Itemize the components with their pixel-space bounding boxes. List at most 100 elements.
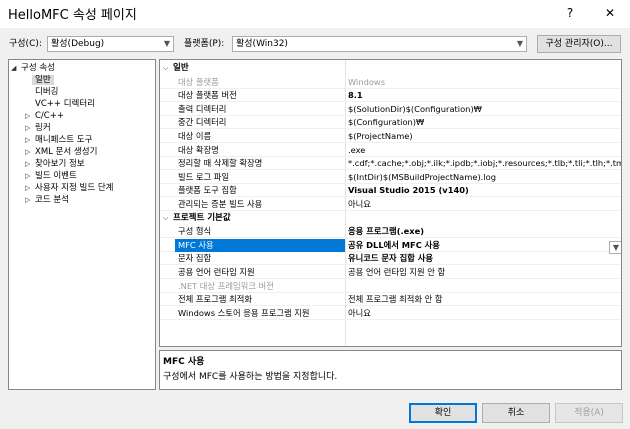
platform-select[interactable]: 활성(Win32) ▼ [232,36,527,52]
collapsed-triangle-icon: ▷ [25,148,31,156]
grid-row[interactable]: 대상 플랫폼 Windows [160,76,621,89]
chevron-down-icon: ▼ [612,243,619,252]
grid-row-value: $(Configuration)₩ [348,117,425,128]
config-manager-button[interactable]: 구성 관리자(O)... [537,35,621,53]
config-select[interactable]: 활성(Debug) ▼ [47,36,174,52]
grid-row-name: 대상 플랫폼 [178,76,219,87]
help-button[interactable]: ? [550,0,590,28]
grid-row[interactable]: 플랫폼 도구 집합 Visual Studio 2015 (v140) [160,184,621,198]
grid-row-value[interactable]: 공유 DLL에서 MFC 사용 [348,239,621,252]
tree-item-label: 찾아보기 정보 [35,159,85,169]
tree-item[interactable]: 일반 [32,74,54,86]
grid-row-value: 전체 프로그램 최적화 안 함 [348,294,443,305]
ok-button[interactable]: 확인 [409,403,477,423]
tree-item[interactable]: ▷ XML 문서 생성기 [25,146,97,158]
grid-row-value: $(IntDir)$(MSBuildProjectName).log [348,171,496,182]
description-text: 구성에서 MFC를 사용하는 방법을 지정합니다. [163,372,338,382]
grid-row-name: Windows 스토어 응용 프로그램 지원 [178,307,310,318]
grid-row-name: 정리할 때 삭제할 확장명 [178,158,263,169]
tree-item-label: 매니페스트 도구 [35,135,93,145]
tree-item-label: 링커 [35,123,51,133]
grid-row-name: 출력 디렉터리 [178,103,227,114]
collapse-chevron-icon[interactable]: ⌵ [163,62,173,75]
tree-item-label: 빌드 이벤트 [35,171,77,181]
grid-row-name: 대상 이름 [178,131,212,141]
grid-category-title: 일반 [173,63,189,73]
window-title: HelloMFC 속성 페이지 [8,8,137,23]
grid-row-value: 유니코드 문자 집합 사용 [348,253,433,264]
description-title: MFC 사용 [163,357,205,367]
collapse-chevron-icon[interactable]: ⌵ [163,212,173,225]
grid-category[interactable]: ⌵ 일반 [160,62,621,75]
grid-category-title: 프로젝트 기본값 [173,212,231,223]
collapsed-triangle-icon: ▷ [25,136,31,144]
apply-button[interactable]: 적용(A) [555,403,623,423]
tree-item-label: 사용자 지정 빌드 단계 [35,183,114,193]
tree-item[interactable]: ▷ 링커 [25,122,51,134]
grid-row-name: 대상 플랫폼 버전 [178,90,237,101]
grid-row[interactable]: 전체 프로그램 최적화 전체 프로그램 최적화 안 함 [160,293,621,307]
grid-row-value: 8.1 [348,90,363,101]
grid-row[interactable]: MFC 사용 공유 DLL에서 MFC 사용 [160,238,621,252]
tree-item[interactable]: VC++ 디렉터리 [35,98,95,110]
collapsed-triangle-icon: ▷ [25,160,31,168]
collapsed-triangle-icon: ▷ [25,112,31,120]
collapsed-triangle-icon: ▷ [25,184,31,192]
grid-row[interactable]: 관리되는 증분 빌드 사용 아니요 [160,198,621,211]
grid-row[interactable]: 문자 집합 유니코드 문자 집합 사용 [160,252,621,266]
grid-row[interactable]: 공용 언어 런타임 지원 공용 언어 런타임 지원 안 함 [160,266,621,279]
grid-row-value: 아니요 [348,307,371,318]
tree-item[interactable]: 디버깅 [35,86,58,98]
grid-row-value: 응용 프로그램(.exe) [348,226,425,237]
collapsed-triangle-icon: ▷ [25,124,31,132]
grid-row-value: $(ProjectName) [348,131,413,141]
close-button[interactable]: ✕ [590,0,630,28]
config-label: 구성(C): [9,39,42,49]
tree-item[interactable]: ▷ 빌드 이벤트 [25,170,77,182]
grid-row-value: *.cdf;*.cache;*.obj;*.ilk;*.ipdb;*.iobj;… [348,158,622,169]
tree-item-label: XML 문서 생성기 [35,147,98,157]
grid-row-name: 플랫폼 도구 집합 [178,185,237,196]
tree-item-label: 일반 [32,75,54,85]
tree-item[interactable]: ▷ 코드 분석 [25,194,69,206]
grid-row-value: Windows [348,76,386,87]
tree-item-label: VC++ 디렉터리 [35,99,95,109]
tree-root[interactable]: ◢ 구성 속성 [11,62,55,74]
grid-row[interactable]: 대상 확장명 .exe [160,144,621,157]
grid-row-value: Visual Studio 2015 (v140) [348,185,469,196]
expanded-triangle-icon: ◢ [11,64,17,72]
grid-row[interactable]: .NET 대상 프레임워크 버전 [160,280,621,293]
grid-row-name: 전체 프로그램 최적화 [178,294,252,305]
grid-category[interactable]: ⌵ 프로젝트 기본값 [160,212,621,225]
collapsed-triangle-icon: ▷ [25,196,31,204]
tree-item[interactable]: ▷ 매니페스트 도구 [25,134,92,146]
grid-row-value: 공용 언어 런타임 지원 안 함 [348,267,446,277]
grid-row-name: 대상 확장명 [178,144,219,155]
grid-row[interactable]: 중간 디렉터리 $(Configuration)₩ [160,116,621,130]
tree-item-label: 디버깅 [35,87,59,97]
grid-row-value: .exe [348,144,366,155]
property-tree[interactable]: ◢ 구성 속성 일반 디버깅 VC++ 디렉터리 ▷ C/C++ ▷ 링커 ▷ 매니페스트 도구 ▷… [8,59,156,390]
grid-row[interactable]: 대상 이름 $(ProjectName) [160,130,621,143]
grid-row[interactable]: Windows 스토어 응용 프로그램 지원 아니요 [160,307,621,320]
grid-row-name: 중간 디렉터리 [178,117,227,128]
grid-row[interactable]: 빌드 로그 파일 $(IntDir)$(MSBuildProjectName).l… [160,171,621,184]
platform-label: 플랫폼(P): [184,39,225,49]
config-select-value: 활성(Debug) [51,39,105,49]
tree-item[interactable]: ▷ 사용자 지정 빌드 단계 [25,182,114,194]
tree-item[interactable]: ▷ 찾아보기 정보 [25,158,85,170]
platform-select-value: 활성(Win32) [236,39,288,49]
grid-row[interactable]: 대상 플랫폼 버전 8.1 [160,89,621,103]
mfc-dropdown-button[interactable]: ▼ [609,241,621,254]
grid-row-name: 공용 언어 런타임 지원 [178,267,255,277]
tree-item-label: C/C++ [35,111,64,121]
grid-row[interactable]: 정리할 때 삭제할 확장명 *.cdf;*.cache;*.obj;*.ilk;*… [160,157,622,171]
tree-item[interactable]: ▷ C/C++ [25,110,64,122]
property-grid[interactable]: ⌵ 일반 대상 플랫폼 Windows 대상 플랫폼 버전 8.1 출력 디렉터리 $(Sol… [159,59,622,347]
grid-row-name: 구성 형식 [178,226,212,237]
tree-item-label: 코드 분석 [35,195,69,205]
cancel-button[interactable]: 취소 [482,403,550,423]
grid-row[interactable]: 구성 형식 응용 프로그램(.exe) [160,225,621,239]
collapsed-triangle-icon: ▷ [25,172,31,180]
grid-row[interactable]: 출력 디렉터리 $(SolutionDir)$(Configuration)₩ [160,103,621,116]
